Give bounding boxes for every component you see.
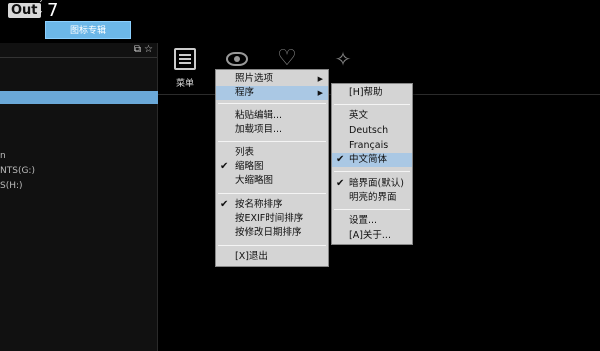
icon-album-button[interactable]: 图标专辑 xyxy=(45,21,131,39)
view-tool-button[interactable] xyxy=(222,48,252,66)
effects-tool-button[interactable]: ✧ xyxy=(328,48,358,70)
folder-icon[interactable]: ⧉ xyxy=(134,44,141,55)
star-icon[interactable]: ☆ xyxy=(144,44,153,55)
menu-item-program[interactable]: 程序 ▶ xyxy=(216,86,328,100)
folder-panel: ⧉ ☆ n NTS(G:) S(H:) xyxy=(0,43,158,351)
menu-item-label: 中文简体 xyxy=(349,154,388,165)
menu-item-about[interactable]: [A]关于... xyxy=(332,229,412,243)
eye-icon xyxy=(226,52,248,66)
menu-item-sort-modified[interactable]: 按修改日期排序 xyxy=(216,226,328,240)
menu-item-label: 缩略图 xyxy=(235,161,264,172)
heart-icon: ♡ xyxy=(277,46,297,71)
menu-item-paste-edit[interactable]: 粘贴编辑... xyxy=(216,109,328,123)
menu-separator xyxy=(334,171,410,172)
menu-item-list[interactable]: 列表 xyxy=(216,146,328,160)
panel-header: ⧉ ☆ xyxy=(0,43,157,58)
menu-item-label: 暗界面(默认) xyxy=(349,178,404,189)
menu-separator xyxy=(334,104,410,105)
check-icon: ✔ xyxy=(336,178,345,189)
menu-item-light-theme[interactable]: 明亮的界面 xyxy=(332,191,412,205)
menu-icon xyxy=(174,48,196,70)
main-menu: 照片选项 ▶ 程序 ▶ 粘贴编辑... 加载项目... 列表 ✔ 缩略图 大缩略… xyxy=(215,69,329,267)
menu-separator xyxy=(334,209,410,210)
menu-separator xyxy=(218,193,326,194)
tree-item[interactable]: n xyxy=(0,151,6,161)
title-word: Out xyxy=(8,3,41,18)
menu-item-dark-theme[interactable]: ✔ 暗界面(默认) xyxy=(332,177,412,191)
menu-item-sort-exif[interactable]: 按EXIF时间排序 xyxy=(216,212,328,226)
menu-item-photo-options[interactable]: 照片选项 ▶ xyxy=(216,72,328,86)
check-icon: ✔ xyxy=(336,154,345,165)
menu-tool-label: 菜单 xyxy=(175,79,194,89)
menu-separator xyxy=(218,245,326,246)
menu-item-large-thumbnail[interactable]: 大缩略图 xyxy=(216,174,328,188)
program-submenu: [H]帮助 英文 Deutsch Français ✔ 中文简体 ✔ 暗界面(默… xyxy=(331,83,413,245)
menu-item-label: 程序 xyxy=(235,87,255,98)
submenu-arrow-icon: ▶ xyxy=(317,89,323,97)
menu-item-exit[interactable]: [X]退出 xyxy=(216,250,328,264)
favorite-tool-button[interactable]: ♡ xyxy=(272,48,302,70)
menu-item-deutsch[interactable]: Deutsch xyxy=(332,124,412,138)
tree-item-drive-h[interactable]: S(H:) xyxy=(0,181,23,191)
selected-tree-item[interactable] xyxy=(0,91,158,104)
check-icon: ✔ xyxy=(220,199,229,210)
menu-item-francais[interactable]: Français xyxy=(332,139,412,153)
menu-item-english[interactable]: 英文 xyxy=(332,109,412,123)
menu-item-label: 照片选项 xyxy=(235,73,274,84)
menu-item-settings[interactable]: 设置... xyxy=(332,214,412,228)
menu-separator xyxy=(218,103,326,104)
title-decoration: ´ ´ xyxy=(38,0,43,22)
tree-item-drive-g[interactable]: NTS(G:) xyxy=(0,166,35,176)
menu-item-label: 按名称排序 xyxy=(235,199,283,210)
title-version: 7 xyxy=(47,0,59,21)
menu-item-chinese[interactable]: ✔ 中文简体 xyxy=(332,153,412,167)
menu-item-load-items[interactable]: 加载项目... xyxy=(216,123,328,137)
check-icon: ✔ xyxy=(220,161,229,172)
menu-item-help[interactable]: [H]帮助 xyxy=(332,86,412,100)
magic-wand-icon: ✧ xyxy=(334,47,352,71)
submenu-arrow-icon: ▶ xyxy=(317,75,323,83)
menu-item-sort-name[interactable]: ✔ 按名称排序 xyxy=(216,198,328,212)
menu-item-thumbnail[interactable]: ✔ 缩略图 xyxy=(216,160,328,174)
menu-separator xyxy=(218,141,326,142)
menu-tool-button[interactable]: 菜单 xyxy=(170,48,200,89)
